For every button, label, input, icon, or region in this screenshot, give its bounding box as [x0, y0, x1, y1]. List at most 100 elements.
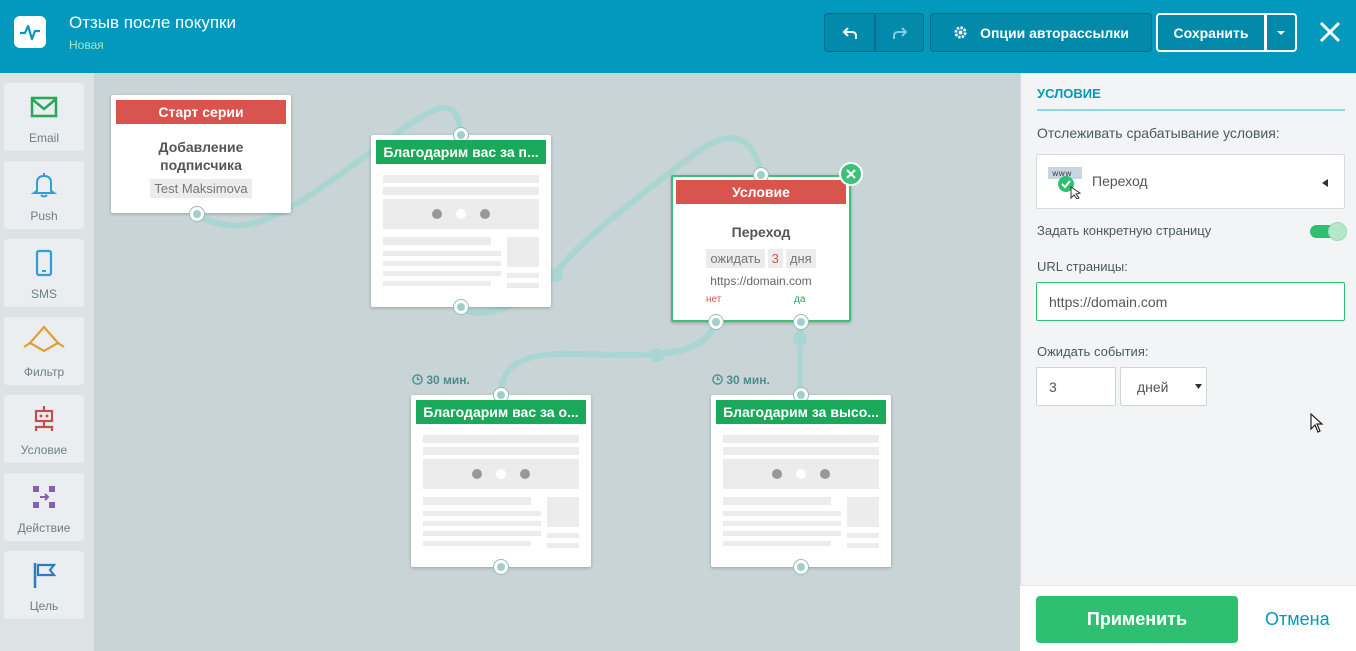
palette-item-condition[interactable]: Условие	[4, 395, 84, 463]
email-preview-line	[547, 533, 579, 538]
no-output-port[interactable]	[709, 315, 723, 329]
email-preview-line	[423, 521, 541, 526]
save-dropdown-button[interactable]	[1266, 13, 1297, 52]
condition-url: https://domain.com	[710, 274, 812, 288]
line-junction	[793, 332, 807, 346]
line-junction	[549, 268, 563, 282]
wait-label: ожидать	[706, 249, 765, 268]
palette-item-push[interactable]: Push	[4, 161, 84, 229]
panel-footer: Применить Отмена	[1020, 585, 1356, 651]
email-node[interactable]: Благодарим вас за п...	[371, 128, 551, 314]
bell-icon	[30, 173, 58, 198]
wait-unit: дня	[785, 249, 816, 268]
output-port[interactable]	[494, 560, 508, 574]
wait-count-input[interactable]	[1036, 367, 1116, 406]
condition-type: Переход	[731, 224, 791, 240]
delay-value: 30 мин.	[426, 373, 470, 387]
palette-item-label: Push	[30, 209, 58, 223]
section-divider	[1037, 109, 1345, 111]
yes-output-port[interactable]	[794, 315, 808, 329]
email-preview-line	[847, 543, 879, 548]
save-button[interactable]: Сохранить	[1156, 13, 1266, 52]
email-node-header: Благодарим за высо...	[716, 400, 886, 424]
specific-page-toggle[interactable]	[1310, 222, 1347, 241]
start-node-title: Добавление подписчика	[158, 139, 244, 173]
palette-item-label: Email	[28, 131, 59, 145]
start-node[interactable]: Старт серии Добавление подписчика Test M…	[111, 95, 291, 221]
app-logo-icon[interactable]	[14, 16, 46, 48]
toggle-knob	[1328, 222, 1347, 241]
yes-branch-label: да	[794, 294, 806, 305]
email-preview-banner	[723, 459, 879, 489]
palette-item-label: Цель	[29, 599, 59, 613]
element-palette: Email Push SMS Фильтр Условие Действие Ц…	[0, 73, 95, 651]
specific-page-label: Задать конкретную страницу	[1037, 223, 1212, 238]
email-preview-banner	[423, 459, 579, 489]
wait-unit-select[interactable]: дней	[1120, 367, 1207, 406]
workflow-canvas[interactable]: Старт серии Добавление подписчика Test M…	[96, 73, 1020, 651]
condition-node[interactable]: Условие Переход ожидать 3 дня https://do…	[671, 162, 863, 329]
wait-unit-value: дней	[1137, 378, 1169, 395]
palette-item-action[interactable]: Действие	[4, 473, 84, 541]
gear-icon	[954, 26, 967, 39]
caret-down-icon	[1195, 384, 1202, 389]
email-preview-image	[507, 237, 539, 267]
output-port[interactable]	[794, 560, 808, 574]
palette-item-label: Условие	[20, 443, 68, 457]
no-branch-label: нет	[706, 294, 722, 305]
email-preview-line	[423, 541, 531, 546]
email-node-header: Благодарим вас за п...	[376, 140, 546, 164]
undo-button[interactable]	[824, 13, 875, 52]
palette-item-sms[interactable]: SMS	[4, 239, 84, 307]
email-preview-line	[423, 511, 541, 516]
email-preview-line	[423, 531, 541, 536]
palette-item-goal[interactable]: Цель	[4, 551, 84, 619]
redo-icon	[892, 26, 907, 39]
line-junction	[650, 348, 664, 362]
email-preview-line	[723, 541, 831, 546]
email-preview-line	[723, 531, 841, 536]
palette-item-email[interactable]: Email	[4, 83, 84, 151]
email-preview-banner	[383, 199, 539, 229]
palette-item-label: SMS	[30, 287, 57, 301]
email-preview-line	[383, 251, 501, 256]
close-icon	[1319, 21, 1341, 43]
email-preview-line	[423, 447, 579, 455]
caret-left-icon	[1322, 179, 1328, 187]
redo-button[interactable]	[875, 13, 924, 52]
email-preview-line	[547, 543, 579, 548]
email-node[interactable]: Благодарим вас за о...	[411, 388, 591, 574]
palette-item-label: Действие	[17, 521, 71, 535]
wait-value: 3	[767, 249, 783, 268]
flag-icon	[33, 563, 57, 588]
delay-label: 30 мин.	[412, 373, 470, 387]
condition-icon	[34, 406, 54, 431]
email-preview-line	[383, 281, 491, 286]
campaign-title[interactable]: Отзыв после покупки	[69, 13, 236, 33]
email-preview-line	[507, 273, 539, 278]
output-port[interactable]	[454, 300, 468, 314]
apply-button[interactable]: Применить	[1036, 596, 1238, 643]
output-port[interactable]	[190, 207, 204, 221]
email-preview-line	[723, 511, 841, 516]
palette-item-filter[interactable]: Фильтр	[4, 317, 84, 385]
undo-icon	[842, 26, 857, 39]
email-preview-line	[723, 447, 879, 455]
track-type-value: Переход	[1092, 173, 1148, 189]
track-type-select[interactable]: www Переход	[1036, 154, 1345, 209]
mouse-cursor-icon	[1310, 413, 1324, 433]
email-preview-line	[847, 533, 879, 538]
cancel-link[interactable]: Отмена	[1265, 609, 1330, 630]
autosend-options-button[interactable]: Опции авторассылки	[930, 13, 1152, 52]
subscriber-tag: Test Maksimova	[150, 179, 252, 198]
close-button[interactable]	[1316, 18, 1344, 46]
delay-label: 30 мин.	[712, 373, 770, 387]
autosend-options-label: Опции авторассылки	[980, 24, 1129, 41]
email-node[interactable]: Благодарим за высо...	[711, 388, 891, 574]
email-preview-image	[847, 497, 879, 527]
action-icon	[33, 486, 55, 508]
url-input[interactable]	[1036, 282, 1345, 321]
email-preview-line	[507, 283, 539, 288]
remove-node-button[interactable]	[839, 162, 863, 186]
close-icon	[846, 169, 856, 179]
